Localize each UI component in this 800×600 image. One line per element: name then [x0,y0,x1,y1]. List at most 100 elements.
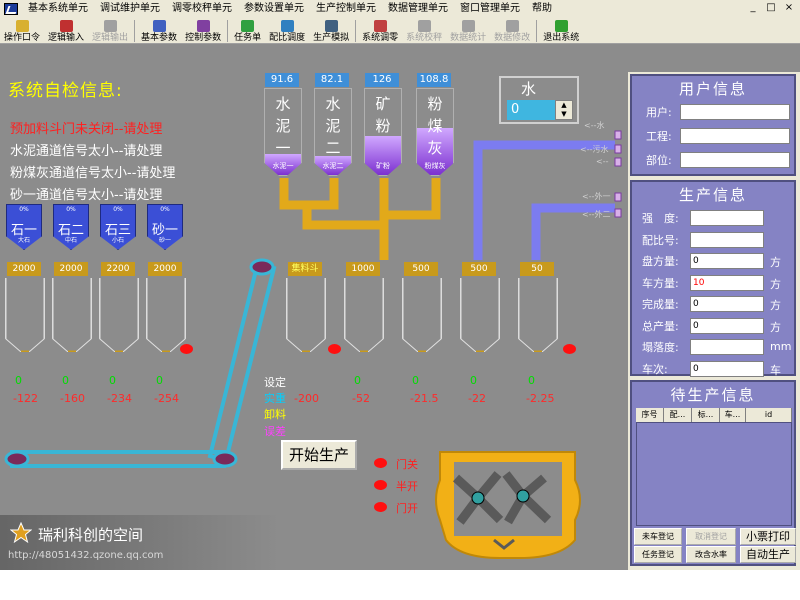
pending-table-column-header[interactable]: 配... [664,408,692,422]
bin-zero-value: 0 [15,374,22,387]
user-info-title: 用户信息 [678,80,747,98]
user-info-input[interactable] [680,104,790,120]
weigh-bin: 2000 [52,262,92,354]
toolbar-button-label: 逻辑输入 [48,33,85,43]
production-info-input[interactable]: 0 [690,296,764,312]
bin-actual-value: -254 [154,392,179,405]
bin-label: 2000 [54,262,88,276]
bin-label: 1000 [346,262,380,276]
toolbar-button-5[interactable]: 任务单 [230,18,265,44]
arrow-water: <--水 [584,121,605,130]
watermark-url: http://48051432.qzone.qq.com [8,550,164,561]
bin-outline [5,278,45,352]
toolbar-button-4[interactable]: 控制参数 [181,18,225,44]
production-info-input[interactable] [690,210,764,226]
toolbar-button-label: 退出系统 [543,33,580,43]
production-info-input[interactable]: 0 [690,317,764,334]
toolbar-button-2[interactable]: 逻辑输出 [88,18,132,44]
pending-info-title: 待生产信息 [670,386,756,404]
spin-up-icon[interactable]: ▲ [556,101,572,110]
aggregate-percent: 0% [113,206,123,213]
application-window: 基本系统单元 调试维护单元 调零校秤单元 参数设置单元 生产控制单元 数据管理单… [0,0,800,570]
production-info-input[interactable]: 0 [690,253,764,269]
pending-action-button[interactable]: 自动生产 [740,546,796,563]
document-icon [196,20,210,32]
menu-window-management[interactable]: 窗口管理单元 [454,0,526,18]
monitor-icon [324,20,338,32]
self-check-title: 系统自检信息: [8,81,123,101]
minimize-button[interactable]: _ [746,2,760,15]
start-production-button[interactable]: 开始生产 [281,440,357,470]
user-info-input[interactable] [680,152,790,168]
self-check-message: 砂一通道信号太小--请处理 [10,188,163,203]
bin-outline [99,278,139,352]
production-info-input[interactable] [690,231,764,248]
menu-production-control[interactable]: 生产控制单元 [310,0,382,18]
user-info-label: 用户: [646,106,672,119]
bin-zero-value: 0 [528,374,535,387]
silo-char: 二 [325,139,341,157]
menu-help[interactable]: 帮助 [526,0,558,18]
grid-icon [280,20,294,32]
pending-table-column-header[interactable]: 车... [720,408,746,422]
pending-action-button[interactable]: 任务登记 [634,546,682,563]
toolbar-separator [536,20,538,42]
pending-table-column-header[interactable]: 标... [692,408,720,422]
arrow-blank: <-- [596,157,609,166]
production-info-input[interactable]: 10 [690,274,764,291]
menu-parameters[interactable]: 参数设置单元 [238,0,310,18]
toolbar-button-3[interactable]: 基本参数 [137,18,181,44]
production-info-row: 总产量: 0 [642,317,764,334]
toolbar-button-12[interactable]: 退出系统 [539,18,583,44]
close-button[interactable]: × [782,2,796,15]
pending-table-column-header[interactable]: 序号 [636,408,664,422]
menu-data-management[interactable]: 数据管理单元 [382,0,454,18]
production-info-label: 塌落度: [642,341,679,354]
water-value-field[interactable]: 0 [507,100,555,120]
pending-table-body[interactable] [636,422,792,526]
pending-action-button[interactable]: 取消登记 [686,528,736,545]
toolbar-button-8[interactable]: 系统调零 [358,18,402,44]
pending-table-header: 序号 配... 标... 车... id [636,408,792,422]
weigh-bin: 500 [402,262,442,354]
pending-action-button[interactable]: 未车登记 [634,528,682,545]
toolbar-button-0[interactable]: 操作口令 [0,18,44,44]
toolbar-button-9[interactable]: 系统校秤 [402,18,446,44]
menu-basic-system[interactable]: 基本系统单元 [22,0,94,18]
menu-debug-maintain[interactable]: 调试维护单元 [94,0,166,18]
bin-label: 2200 [101,262,135,276]
restore-button[interactable]: □ [764,2,778,15]
bin-outline [52,278,92,352]
water-spinner[interactable]: ▲ ▼ [555,100,573,120]
menu-calibrate[interactable]: 调零校秤单元 [166,0,238,18]
user-info-row: 工程: [646,128,790,144]
toolbar-button-1[interactable]: 逻辑输入 [44,18,88,44]
spin-down-icon[interactable]: ▼ [556,110,572,119]
silo-char: 一 [275,139,291,157]
toolbar-button-label: 基本参数 [141,33,178,43]
pending-action-button[interactable]: 改含水率 [686,546,736,563]
balance-icon [417,20,431,32]
self-check-message: 粉煤灰通道信号太小--请处理 [10,166,176,181]
production-info-input[interactable] [690,339,764,355]
door-status-label: 门开 [396,502,418,515]
pending-table-column-header[interactable]: id [746,408,792,422]
silo-char: 煤 [427,117,443,135]
user-info-input[interactable] [680,128,790,144]
pending-action-button[interactable]: 小票打印 [740,528,796,545]
user-info-row: 用户: [646,104,790,120]
truck-icon [373,20,387,32]
document-icon [152,20,166,32]
toolbar-button-7[interactable]: 生产模拟 [309,18,353,44]
toolbar-button-10[interactable]: 数据统计 [446,18,490,44]
toolbar-button-6[interactable]: 配比调度 [265,18,309,44]
toolbar-button-11[interactable]: 数据修改 [490,18,534,44]
edit-icon [505,20,519,32]
bin-label: 500 [404,262,438,276]
watermark-title: 瑞利科创的空间 [38,526,144,544]
arrow-waste-water: <--污水 [580,145,609,154]
silo-char: 水 [275,95,291,113]
production-info-input[interactable]: 0 [690,360,764,377]
window-controls: _ □ × [746,2,796,15]
watermark-logo-icon [10,522,32,544]
